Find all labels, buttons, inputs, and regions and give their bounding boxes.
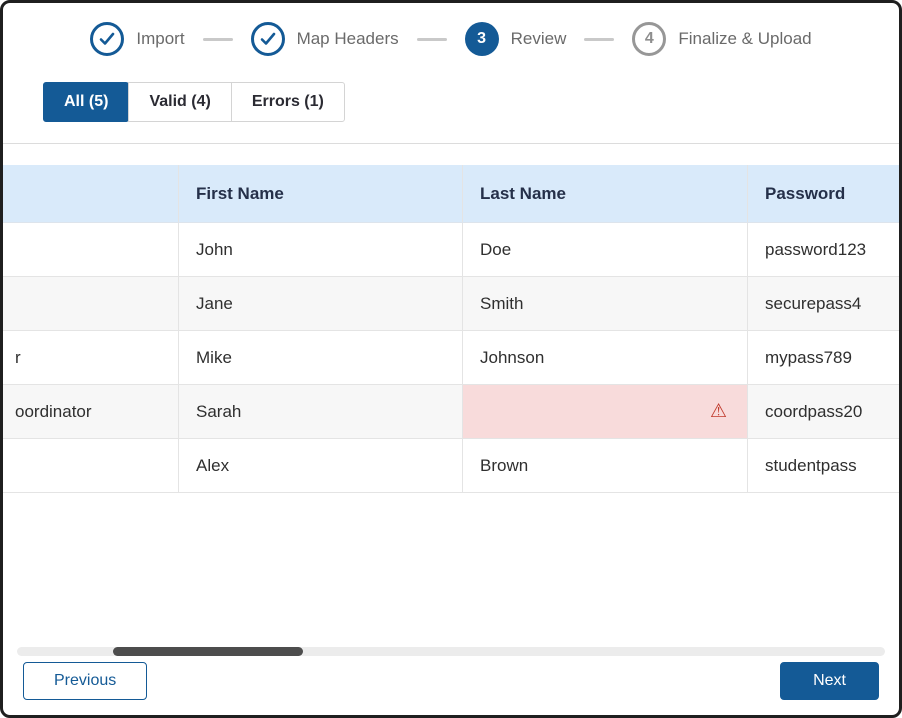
check-icon [260,32,275,45]
step-complete-check-icon [90,22,125,56]
step-connector [202,37,233,41]
cell-clipped-fragment [3,223,179,276]
step-finalize-upload-label: Finalize & Upload [678,29,812,48]
import-wizard-panel: Import Map Headers 3 Review 4 Finalize &… [0,0,902,718]
step-review[interactable]: 3 Review [464,22,567,56]
wizard-footer: Previous Next [23,662,879,700]
cell-first-name: Jane [179,277,463,330]
filter-tabs: All (5) Valid (4) Errors (1) [43,82,899,122]
table-row: Jane Smith securepass4 [3,277,899,331]
column-header-password: Password [765,183,846,203]
review-table: First Name Last Name Password John Doe p… [3,165,899,493]
cell-clipped-fragment: oordinator [3,385,179,438]
step-number-badge: 4 [632,22,667,56]
cell-first-name: Alex [179,439,463,492]
tab-all[interactable]: All (5) [43,82,130,122]
step-import[interactable]: Import [90,22,185,56]
step-connector [416,37,447,41]
cell-password: studentpass [765,455,857,475]
warning-icon: ⚠ [709,401,727,422]
step-number-badge: 3 [464,22,499,56]
table-row: r Mike Johnson mypass789 [3,331,899,385]
cell-clipped-fragment [3,439,179,492]
cell-first-name: John [179,223,463,276]
section-divider [3,143,899,144]
table-header-row: First Name Last Name Password [3,165,899,223]
previous-button[interactable]: Previous [23,662,148,700]
table-row: John Doe password123 [3,223,899,277]
step-import-label: Import [136,29,185,48]
cell-last-name: Johnson [463,331,748,384]
horizontal-scrollbar-thumb[interactable] [113,647,303,656]
cell-last-name: Doe [463,223,748,276]
table-row: Alex Brown studentpass [3,439,899,493]
column-header-first-name: First Name [179,165,463,222]
cell-last-name: Smith [463,277,748,330]
cell-password: coordpass20 [765,401,863,421]
check-icon [100,32,115,45]
cell-clipped-fragment: r [3,331,179,384]
column-header-last-name: Last Name [463,165,748,222]
cell-password: mypass789 [765,347,852,367]
cell-password: securepass4 [765,293,862,313]
step-map-headers-label: Map Headers [296,29,399,48]
next-button[interactable]: Next [780,662,879,700]
cell-clipped-fragment [3,277,179,330]
cell-last-name: Brown [463,439,748,492]
step-review-label: Review [510,29,567,48]
cell-password: password123 [765,239,867,259]
horizontal-scrollbar-track[interactable] [17,647,885,656]
cell-first-name: Sarah [179,385,463,438]
table-row-with-error: oordinator Sarah ⚠ coordpass20 [3,385,899,439]
step-finalize-upload[interactable]: 4 Finalize & Upload [632,22,812,56]
step-complete-check-icon [250,22,285,56]
tab-valid[interactable]: Valid (4) [128,82,232,122]
stepper: Import Map Headers 3 Review 4 Finalize &… [3,22,899,56]
cell-last-name-error: ⚠ [463,385,748,438]
column-header-clipped [3,165,179,222]
step-connector [584,37,615,41]
cell-first-name: Mike [179,331,463,384]
step-map-headers[interactable]: Map Headers [250,22,399,56]
tab-errors[interactable]: Errors (1) [230,82,345,122]
